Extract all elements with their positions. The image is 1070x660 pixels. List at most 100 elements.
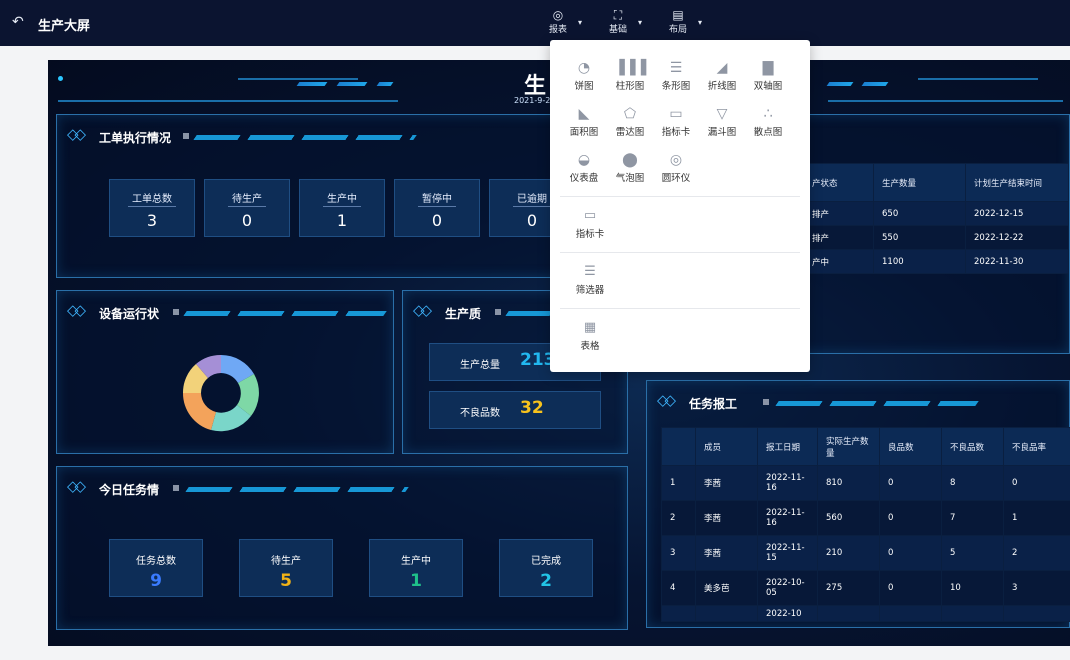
menu-item-area-chart[interactable]: ◣ 面积图 — [564, 104, 604, 138]
table-row[interactable]: 1 李茜 2022-11-16 810 0 8 0 — [661, 465, 1070, 501]
table-cell — [879, 605, 942, 622]
today-tasks-panel[interactable]: ◇◇ 今日任务情 任务总数 9 待生产 5 生产中 1 已完成 2 — [56, 466, 628, 630]
base-icon: ⛶ — [613, 8, 623, 22]
menu-item-scatter-chart[interactable]: ∴ 散点图 — [748, 104, 788, 138]
panel-title-stripes — [193, 135, 417, 140]
menu-item-dual-axis-chart[interactable]: ▇ 双轴图 — [748, 58, 788, 92]
equipment-donut-chart — [182, 354, 259, 432]
report-dropdown-menu: ◔ 饼图 ▐▐▐ 柱形图 ☰ 条形图 ◢ 折线图 ▇ 双轴图 ◣ 面积图 ⬠ 雷达图 ▭ 指标卡… — [550, 40, 810, 372]
table-row[interactable]: 2 李茜 2022-11-16 560 0 7 1 — [661, 500, 1070, 536]
menu-item-label: 散点图 — [753, 127, 783, 138]
layout-icon: ▤ — [672, 8, 684, 22]
menu-item-gauge[interactable]: ◒ 仪表盘 — [564, 150, 604, 184]
app: ↶ 生产大屏 ◎ 报表 ▾ ⛶ 基础 ▾ ▤ 布局 ▾ 生 2021-9-2 ◇… — [0, 0, 1070, 660]
header-decor-line — [58, 100, 398, 102]
dashboard-date: 2021-9-2 — [514, 96, 551, 105]
task-stat-card: 任务总数 9 — [109, 539, 203, 597]
table-cell — [1003, 605, 1070, 622]
header-decor-segment — [376, 82, 394, 86]
menu-item-label: 漏斗图 — [707, 127, 737, 138]
table-cell: 7 — [941, 500, 1004, 536]
header-decor-line — [238, 78, 358, 80]
stat-value: 3 — [146, 211, 158, 230]
table-cell: 8 — [941, 465, 1004, 501]
task-report-table: 成员 报工日期 实际生产数量 良品数 不良品数 不良品率 1 李茜 2022-1… — [661, 427, 1070, 622]
stat-label: 已逾期 — [513, 190, 551, 207]
scatter-chart-icon: ∴ — [763, 106, 773, 122]
menu-item-line-chart[interactable]: ◢ 折线图 — [702, 58, 742, 92]
table-icon: ▦ — [583, 320, 597, 335]
table-header: 生产数量 — [873, 163, 966, 202]
toolbar-layout-button[interactable]: ▤ 布局 ▾ — [656, 8, 702, 35]
line-chart-icon: ◢ — [716, 60, 728, 76]
task-stat-card: 待生产 5 — [239, 539, 333, 597]
table-header: 不良品数 — [941, 427, 1004, 466]
table-cell: 2022-12-15 — [965, 201, 1069, 226]
table-cell: 275 — [817, 570, 880, 606]
stat-value: 32 — [520, 398, 544, 418]
funnel-chart-icon: ▽ — [716, 106, 728, 122]
table-cell: 10 — [941, 570, 1004, 606]
back-arrow-icon[interactable]: ↶ — [12, 14, 24, 30]
menu-item-table[interactable]: ▦ 表格 — [570, 320, 610, 352]
stat-label: 生产总量 — [460, 360, 500, 371]
table-cell: 0 — [879, 500, 942, 536]
menu-item-pie-chart[interactable]: ◔ 饼图 — [564, 58, 604, 92]
table-row[interactable]: 3 李茜 2022-11-15 210 0 5 2 — [661, 535, 1070, 571]
task-report-panel[interactable]: ◇◇ 任务报工 成员 报工日期 实际生产数量 良品数 不良品数 不良品率 1 李… — [646, 380, 1070, 628]
top-bar: ↶ 生产大屏 ◎ 报表 ▾ ⛶ 基础 ▾ ▤ 布局 ▾ — [0, 0, 1070, 46]
menu-item-ring-gauge[interactable]: ◎ 圆环仪 — [656, 150, 696, 184]
bar-chart-icon: ▐▐▐ — [613, 60, 647, 76]
menu-item-label: 雷达图 — [615, 127, 645, 138]
menu-item-funnel-chart[interactable]: ▽ 漏斗图 — [702, 104, 742, 138]
menu-item-indicator-card[interactable]: ▭ 指标卡 — [656, 104, 696, 138]
table-cell: 2 — [1003, 535, 1070, 571]
panel-title-marker — [763, 399, 769, 405]
table-cell: 0 — [879, 570, 942, 606]
menu-item-radar-chart[interactable]: ⬠ 雷达图 — [610, 104, 650, 138]
table-cell: 560 — [817, 500, 880, 536]
table-row[interactable]: 排产 650 2022-12-15 — [803, 201, 1069, 226]
table-row[interactable]: 排产 550 2022-12-22 — [803, 225, 1069, 250]
table-cell: 650 — [873, 201, 966, 226]
menu-item-filter[interactable]: ☰ 筛选器 — [570, 264, 610, 296]
panel-logo-icon: ◇◇ — [657, 391, 676, 409]
panel-logo-icon: ◇◇ — [413, 301, 432, 319]
ring-gauge-icon: ◎ — [669, 152, 683, 168]
table-row[interactable]: 2022-10 — [661, 605, 1070, 622]
menu-separator — [560, 308, 800, 309]
table-row[interactable]: 产中 1100 2022-11-30 — [803, 249, 1069, 274]
toolbar-layout-label: 布局 — [668, 25, 687, 35]
stat-value: 1 — [336, 211, 348, 230]
table-cell: 1100 — [873, 249, 966, 274]
chevron-down-icon: ▾ — [697, 18, 702, 27]
menu-item-label: 表格 — [580, 341, 600, 352]
table-header — [661, 427, 696, 466]
table-row[interactable]: 4 美多芭 2022-10-05 275 0 10 3 — [661, 570, 1070, 606]
table-cell: 2 — [661, 500, 696, 536]
stat-value: 1 — [410, 571, 422, 591]
stat-card: 待生产 0 — [204, 179, 290, 237]
table-cell: 李茜 — [695, 535, 758, 571]
table-cell — [661, 605, 696, 622]
equipment-status-panel[interactable]: ◇◇ 设备运行状 — [56, 290, 394, 454]
app-title: 生产大屏 — [38, 19, 91, 34]
table-cell: 产中 — [803, 249, 874, 274]
menu-item-bubble-chart[interactable]: ⬤ 气泡图 — [610, 150, 650, 184]
toolbar-base-button[interactable]: ⛶ 基础 ▾ — [596, 8, 642, 35]
menu-item-hbar-chart[interactable]: ☰ 条形图 — [656, 58, 696, 92]
table-cell — [817, 605, 880, 622]
table-cell — [695, 605, 758, 622]
table-cell: 2022-12-22 — [965, 225, 1069, 250]
toolbar-report-button[interactable]: ◎ 报表 ▾ — [536, 8, 582, 35]
table-cell: 810 — [817, 465, 880, 501]
table-cell: 1 — [1003, 500, 1070, 536]
menu-item-label: 面积图 — [569, 127, 599, 138]
bubble-chart-icon: ⬤ — [622, 152, 638, 168]
menu-item-indicator-card-component[interactable]: ▭ 指标卡 — [570, 208, 610, 240]
stat-value: 9 — [150, 571, 162, 591]
menu-item-bar-chart[interactable]: ▐▐▐ 柱形图 — [610, 58, 650, 92]
production-plan-table: 产状态 生产数量 计划生产结束时间 排产 650 2022-12-15 排产 5… — [803, 163, 1069, 274]
work-order-panel[interactable]: ◇◇ 工单执行情况 工单总数 3 待生产 0 生产中 1 暂停中 0 已逾期 0 — [56, 114, 636, 278]
stat-value: 0 — [241, 211, 253, 230]
